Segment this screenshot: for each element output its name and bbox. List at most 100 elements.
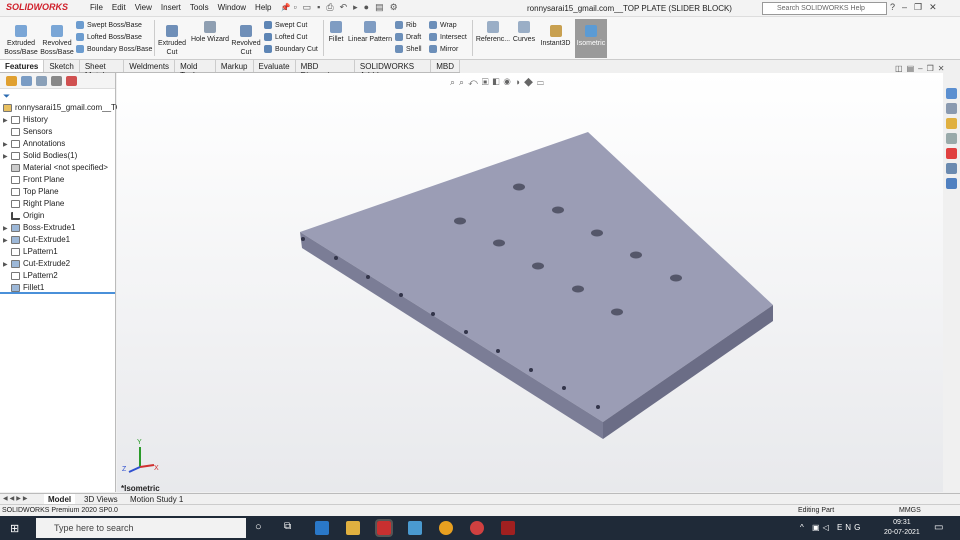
appearances-icon[interactable] [946, 148, 957, 159]
save-icon[interactable]: ▪ [317, 2, 320, 13]
isometric-button[interactable]: Isometric [575, 19, 607, 58]
zoom-area-icon[interactable]: ⌕ [459, 77, 468, 87]
draft-button[interactable]: Draft [395, 32, 421, 44]
design-library-icon[interactable] [946, 103, 957, 114]
fillet-button[interactable]: Fillet [326, 21, 346, 44]
hole[interactable] [532, 262, 544, 270]
tree-item-annotations[interactable]: ▶ Annotations [0, 138, 115, 150]
undo-icon[interactable]: ↶ [340, 2, 348, 13]
view-orientation-icon[interactable]: ◧ [493, 77, 504, 87]
tab-solidworks-addins[interactable]: SOLIDWORKS Add-Ins [355, 60, 432, 80]
extruded-boss-button[interactable]: Extruded Boss/Base [3, 25, 39, 57]
tray-chevron-icon[interactable]: ^ [800, 523, 807, 532]
close-view-icon[interactable]: ✕ [938, 64, 949, 73]
mirror-button[interactable]: Mirror [429, 44, 458, 56]
menu-file[interactable]: File [90, 3, 103, 12]
model-view[interactable]: Y X Z [117, 73, 943, 492]
tab-evaluate[interactable]: Evaluate [254, 60, 296, 72]
edit-appearance-icon[interactable]: ◆ [524, 77, 537, 87]
hole[interactable] [513, 183, 525, 191]
tab-mbd[interactable]: MBD [431, 60, 460, 72]
taskbar-clock[interactable]: 09:31 20-07-2021 [884, 518, 920, 538]
hide-show-icon[interactable]: ◑ [515, 77, 524, 87]
view-palette-icon[interactable] [946, 133, 957, 144]
wrap-button[interactable]: Wrap [429, 20, 457, 32]
boundary-cut-button[interactable]: Boundary Cut [264, 44, 318, 56]
chrome-profile-icon[interactable] [470, 521, 484, 535]
hole[interactable] [301, 237, 305, 241]
hole-wizard-button[interactable]: Hole Wizard [190, 21, 230, 44]
hole[interactable] [630, 251, 642, 259]
graphics-area[interactable]: Y X Z [117, 73, 943, 492]
tree-item-lpattern2[interactable]: LPattern2 [0, 270, 115, 282]
restore-icon[interactable]: ❐ [914, 2, 922, 13]
rib-button[interactable]: Rib [395, 20, 417, 32]
tile-icon[interactable]: ▤ [907, 64, 919, 73]
scene-icon[interactable]: ▭ [537, 77, 548, 87]
hole[interactable] [670, 274, 682, 282]
hole[interactable] [562, 386, 566, 390]
new-file-icon[interactable]: ▫ [293, 2, 296, 13]
tree-item-lpattern1[interactable]: LPattern1 [0, 246, 115, 258]
section-view-icon[interactable]: ▣ [482, 77, 493, 87]
language-indicator[interactable]: ENG [837, 523, 863, 532]
curves-button[interactable]: Curves [512, 21, 536, 44]
hole[interactable] [454, 217, 466, 225]
print-icon[interactable]: ⎙ [326, 2, 333, 13]
hole[interactable] [366, 275, 370, 279]
zoom-to-fit-icon[interactable]: ⌕ [450, 77, 459, 87]
tree-item-material[interactable]: Material <not specified> [0, 162, 115, 174]
rebuild-icon[interactable]: ● [364, 2, 369, 13]
taskbar-search-input[interactable]: Type here to search [36, 518, 246, 538]
hole[interactable] [529, 368, 533, 372]
hole[interactable] [591, 229, 603, 237]
menu-edit[interactable]: Edit [112, 3, 126, 12]
menu-view[interactable]: View [135, 3, 152, 12]
tree-item-fillet1[interactable]: Fillet1 [0, 282, 115, 294]
tree-item-boss-extrude1[interactable]: ▶ Boss-Extrude1 [0, 222, 115, 234]
revolved-boss-button[interactable]: Revolved Boss/Base [40, 25, 74, 57]
file-explorer-icon[interactable] [946, 118, 957, 129]
tab-sheet-metal[interactable]: Sheet Metal [80, 60, 125, 80]
display-style-icon[interactable]: ◉ [503, 77, 514, 87]
shell-button[interactable]: Shell [395, 44, 422, 56]
tab-scroll-arrows[interactable]: ◀◀▶▶ [3, 495, 29, 502]
help-icon[interactable]: ? [890, 2, 895, 13]
appearance-icon[interactable] [66, 76, 77, 86]
tree-item-right-plane[interactable]: Right Plane [0, 198, 115, 210]
open-icon[interactable]: ▭ [303, 2, 312, 13]
filter-icon[interactable]: ⏷ [0, 89, 115, 102]
hole[interactable] [611, 308, 623, 316]
configuration-manager-icon[interactable] [36, 76, 47, 86]
volume-icon[interactable]: ◁ [823, 523, 832, 532]
options-icon[interactable]: ⚙ [390, 2, 398, 13]
previous-view-icon[interactable]: ↶ [468, 77, 482, 87]
expand-icon[interactable]: ◫ [895, 64, 907, 73]
select-icon[interactable]: ▸ [353, 2, 358, 13]
minimize-view-icon[interactable]: – [918, 64, 926, 73]
tab-sketch[interactable]: Sketch [44, 60, 80, 72]
solidworks-logo[interactable]: SOLIDWORKS [6, 2, 68, 12]
forum-icon[interactable] [946, 178, 957, 189]
solidworks-taskbar-icon[interactable] [375, 519, 393, 537]
close-icon[interactable]: ✕ [929, 2, 937, 13]
file-explorer-taskbar-icon[interactable] [346, 521, 360, 535]
hole[interactable] [464, 330, 468, 334]
menu-help[interactable]: Help [255, 3, 271, 12]
lofted-cut-button[interactable]: Lofted Cut [264, 32, 307, 44]
restore-view-icon[interactable]: ❐ [927, 64, 938, 73]
mail-icon[interactable] [315, 521, 329, 535]
cortana-icon[interactable]: ○ [255, 521, 262, 533]
hole[interactable] [572, 285, 584, 293]
hole[interactable] [496, 349, 500, 353]
tab-markup[interactable]: Markup [216, 60, 254, 72]
hole[interactable] [493, 239, 505, 247]
swept-boss-button[interactable]: Swept Boss/Base [76, 20, 142, 32]
menu-insert[interactable]: Insert [161, 3, 181, 12]
revolved-cut-button[interactable]: Revolved Cut [231, 25, 261, 57]
property-manager-icon[interactable] [21, 76, 32, 86]
network-icon[interactable]: ▣ [812, 523, 823, 532]
menu-tools[interactable]: Tools [190, 3, 209, 12]
tree-item-solid-bodies[interactable]: ▶ Solid Bodies(1) [0, 150, 115, 162]
search-input[interactable]: Search SOLIDWORKS Help [762, 2, 887, 15]
